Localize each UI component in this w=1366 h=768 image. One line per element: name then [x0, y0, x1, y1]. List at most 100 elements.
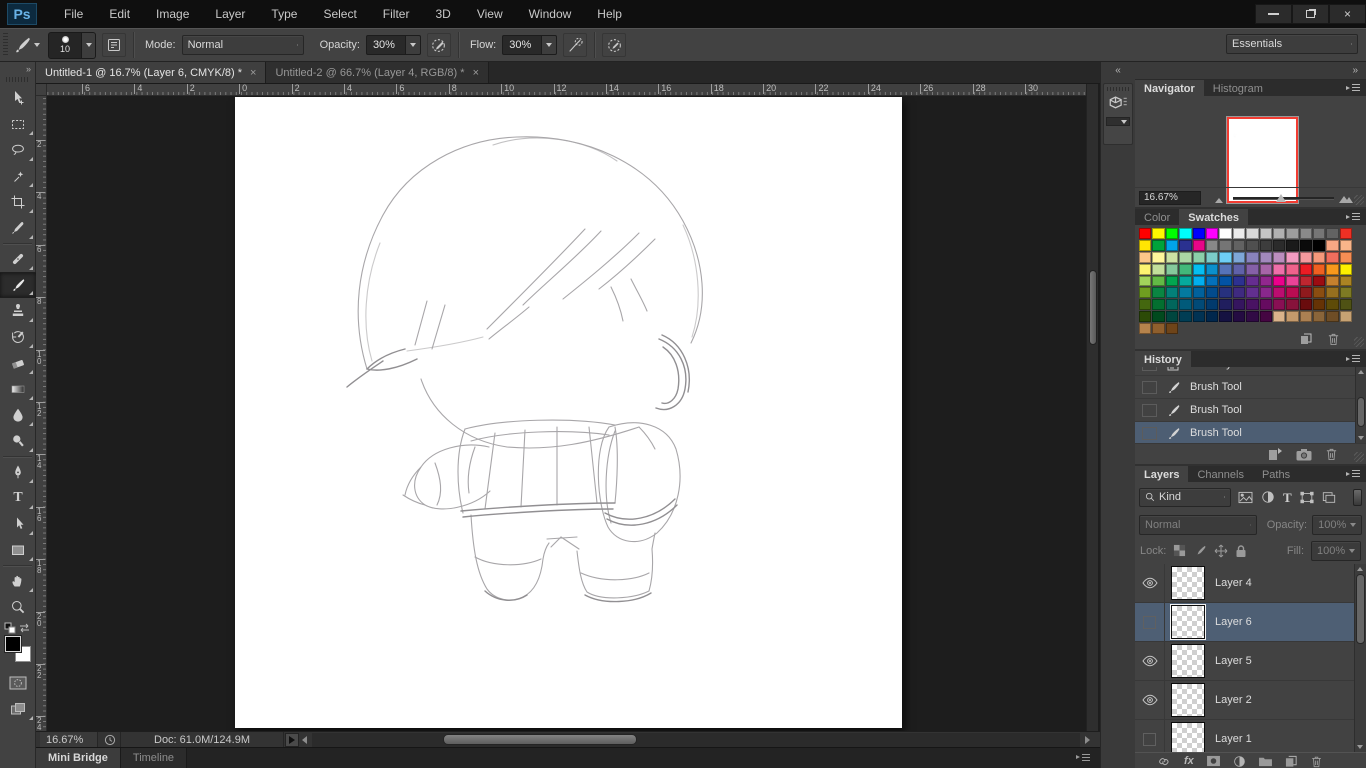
tab-history[interactable]: History: [1135, 351, 1191, 367]
scroll-up-arrow[interactable]: [1358, 370, 1364, 374]
close-tab-icon[interactable]: ×: [473, 67, 479, 79]
document-canvas[interactable]: [235, 97, 902, 728]
color-swatch[interactable]: [1206, 228, 1218, 239]
horizontal-ruler[interactable]: 6 4 2 0 2 4 6 8 10 12 14 16: [47, 84, 1086, 96]
color-swatch[interactable]: [1260, 240, 1272, 251]
color-swatch[interactable]: [1193, 276, 1205, 287]
blend-mode-select[interactable]: Normal: [182, 35, 304, 55]
color-swatch[interactable]: [1206, 287, 1218, 298]
color-swatch[interactable]: [1273, 276, 1285, 287]
color-swatch[interactable]: [1286, 311, 1298, 322]
opacity-value[interactable]: 30%: [366, 35, 406, 55]
document-tab[interactable]: Untitled-2 @ 66.7% (Layer 4, RGB/8) * ×: [266, 62, 489, 83]
color-swatch[interactable]: [1246, 228, 1258, 239]
panel-resize-grip[interactable]: [1354, 452, 1364, 462]
color-swatch[interactable]: [1246, 287, 1258, 298]
flow-value[interactable]: 30%: [502, 35, 542, 55]
panel-resize-grip[interactable]: [1354, 337, 1364, 347]
history-source-well[interactable]: [1142, 427, 1157, 440]
color-swatch[interactable]: [1313, 228, 1325, 239]
layer-fill-field[interactable]: 100%: [1311, 541, 1361, 561]
current-tool-button[interactable]: [8, 35, 44, 55]
trash-icon[interactable]: [1327, 332, 1340, 346]
layer-row[interactable]: Layer 5: [1135, 642, 1354, 681]
color-swatch[interactable]: [1152, 299, 1164, 310]
color-swatch[interactable]: [1206, 311, 1218, 322]
color-swatch[interactable]: [1300, 311, 1312, 322]
tab-layers[interactable]: Layers: [1135, 466, 1188, 482]
zoom-tool[interactable]: [0, 594, 36, 620]
color-swatch[interactable]: [1313, 276, 1325, 287]
new-swatch-icon[interactable]: [1299, 333, 1313, 346]
lasso-tool[interactable]: [0, 137, 36, 163]
color-swatch[interactable]: [1246, 311, 1258, 322]
color-swatch[interactable]: [1340, 240, 1352, 251]
foreground-background-swatches[interactable]: [5, 636, 31, 662]
color-swatch[interactable]: [1193, 240, 1205, 251]
menu-item[interactable]: Window: [516, 0, 585, 28]
camera-snapshot-icon[interactable]: [1296, 448, 1312, 461]
color-swatch[interactable]: [1193, 311, 1205, 322]
color-swatch[interactable]: [1233, 287, 1245, 298]
color-swatch[interactable]: [1273, 264, 1285, 275]
color-swatch[interactable]: [1179, 240, 1191, 251]
color-swatch[interactable]: [1152, 311, 1164, 322]
history-scrollbar-thumb[interactable]: [1357, 397, 1365, 427]
color-swatch[interactable]: [1206, 299, 1218, 310]
color-swatch[interactable]: [1152, 276, 1164, 287]
layer-row[interactable]: Layer 2: [1135, 681, 1354, 720]
color-swatch[interactable]: [1179, 264, 1191, 275]
color-swatch[interactable]: [1139, 323, 1151, 334]
color-swatch[interactable]: [1179, 311, 1191, 322]
layer-thumbnail[interactable]: [1171, 644, 1205, 678]
tab-paths[interactable]: Paths: [1253, 466, 1299, 482]
color-swatch[interactable]: [1300, 240, 1312, 251]
color-swatch[interactable]: [1246, 240, 1258, 251]
new-layer-icon[interactable]: [1285, 755, 1298, 768]
color-swatch[interactable]: [1300, 252, 1312, 263]
color-swatch[interactable]: [1286, 240, 1298, 251]
layer-blend-mode-select[interactable]: Normal: [1139, 515, 1257, 535]
navigator-zoom-slider[interactable]: [1207, 191, 1360, 205]
color-swatch[interactable]: [1139, 252, 1151, 263]
foreground-color-swatch[interactable]: [5, 636, 21, 652]
history-source-well[interactable]: [1142, 367, 1157, 371]
panel-menu-button[interactable]: [1345, 351, 1366, 367]
color-swatch[interactable]: [1300, 287, 1312, 298]
scroll-up-arrow[interactable]: [1357, 567, 1363, 571]
history-item[interactable]: Brush Tool: [1135, 399, 1366, 422]
opacity-field[interactable]: 30%: [366, 35, 421, 55]
tablet-pressure-size-button[interactable]: [602, 33, 626, 57]
dock-dropdown[interactable]: [1106, 117, 1130, 126]
scroll-down-arrow[interactable]: [1358, 436, 1364, 440]
menu-item[interactable]: File: [51, 0, 96, 28]
bottom-panel-menu-button[interactable]: [1076, 748, 1090, 768]
color-swatch[interactable]: [1340, 311, 1352, 322]
panel-menu-button[interactable]: [1345, 466, 1366, 482]
color-swatch[interactable]: [1326, 252, 1338, 263]
vertical-ruler[interactable]: 2 4 6 8 10 12 14 16 18 20 22 24: [36, 96, 47, 731]
color-swatch[interactable]: [1273, 240, 1285, 251]
color-swatch[interactable]: [1300, 299, 1312, 310]
color-swatch[interactable]: [1152, 264, 1164, 275]
color-swatch[interactable]: [1286, 299, 1298, 310]
navigator-zoom-field[interactable]: 16.67%: [1139, 191, 1201, 205]
layer-filtering-toggle[interactable]: [1353, 489, 1362, 506]
tab-channels[interactable]: Channels: [1188, 466, 1252, 482]
layer-visibility-toggle[interactable]: [1135, 564, 1165, 603]
layer-visibility-toggle[interactable]: [1135, 720, 1165, 753]
document-viewport[interactable]: [47, 96, 1086, 731]
color-swatch[interactable]: [1260, 299, 1272, 310]
color-swatch[interactable]: [1166, 228, 1178, 239]
vertical-scrollbar-thumb[interactable]: [1089, 270, 1097, 345]
filter-smart-objects-icon[interactable]: [1322, 491, 1336, 504]
layer-style-fx-icon[interactable]: fx: [1184, 755, 1194, 767]
tab-navigator[interactable]: Navigator: [1135, 80, 1204, 96]
color-swatch[interactable]: [1166, 299, 1178, 310]
layer-visibility-toggle[interactable]: [1135, 681, 1165, 720]
color-swatch[interactable]: [1206, 264, 1218, 275]
document-tab[interactable]: Untitled-1 @ 16.7% (Layer 6, CMYK/8) * ×: [36, 62, 266, 83]
color-swatch[interactable]: [1313, 311, 1325, 322]
layer-name[interactable]: Layer 6: [1215, 616, 1252, 628]
collapsed-panel-3d-button[interactable]: [1103, 83, 1133, 145]
